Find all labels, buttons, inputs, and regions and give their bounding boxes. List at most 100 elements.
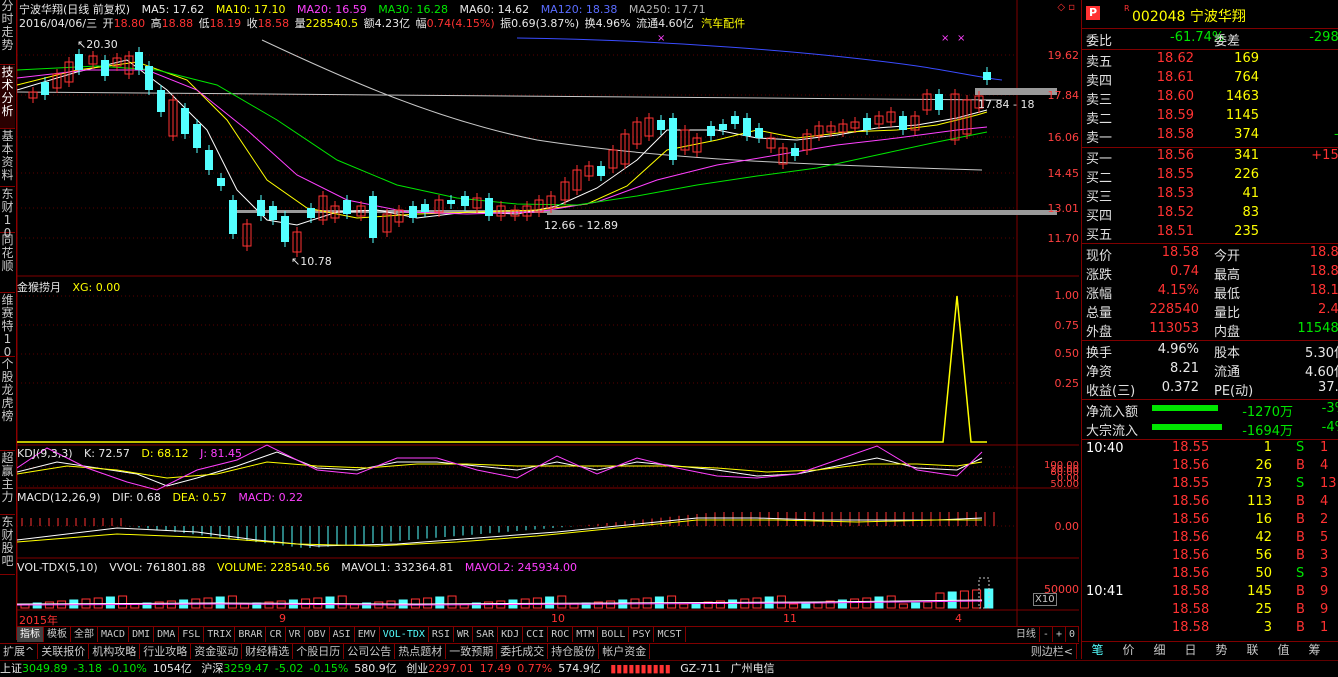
indicator-tab-模板[interactable]: 模板 bbox=[44, 627, 71, 642]
indicator-tab-vol-tdx[interactable]: VOL-TDX bbox=[380, 627, 429, 642]
indicator-tab-mtm[interactable]: MTM bbox=[573, 627, 599, 642]
indicator-tab-kdj[interactable]: KDJ bbox=[498, 627, 524, 642]
function-button-2[interactable]: 关联报价 bbox=[38, 644, 90, 659]
function-button-4[interactable]: 行业攻略 bbox=[140, 644, 192, 659]
asks-price[interactable]: 18.58 bbox=[1157, 127, 1194, 142]
indicator-tab-mcst[interactable]: MCST bbox=[654, 627, 686, 642]
hs-index-label[interactable]: 沪深 bbox=[201, 662, 223, 675]
left-tab-2[interactable]: 技术分析 bbox=[0, 66, 15, 129]
indicator-tab-rsi[interactable]: RSI bbox=[429, 627, 454, 642]
function-button-9[interactable]: 热点题材 bbox=[395, 644, 447, 659]
quote-tab-5[interactable]: 势 bbox=[1206, 642, 1237, 659]
tick-volume: 73 bbox=[1255, 476, 1272, 491]
kdj-j: J: 81.45 bbox=[200, 447, 243, 460]
indicator-tab-dma[interactable]: DMA bbox=[154, 627, 180, 642]
left-tab-1[interactable]: 分时走势 bbox=[0, 0, 15, 65]
sh-index-label[interactable]: 上证 bbox=[0, 662, 22, 675]
quote-tab-2[interactable]: 价 bbox=[1113, 642, 1144, 659]
left-tab-8[interactable]: 超赢主力 bbox=[0, 452, 15, 515]
asks-price[interactable]: 18.62 bbox=[1157, 51, 1194, 66]
quote-tab-8[interactable]: 筹 bbox=[1299, 642, 1330, 659]
indicator-tab-fsl[interactable]: FSL bbox=[179, 627, 205, 642]
candle-body bbox=[863, 118, 871, 130]
vol-name: VOL-TDX(5,10) bbox=[17, 561, 98, 574]
indicator-tab-asi[interactable]: ASI bbox=[330, 627, 355, 642]
vol-mavol1: MAVOL1: 332364.81 bbox=[341, 561, 454, 574]
indicator-tab-roc[interactable]: ROC bbox=[548, 627, 574, 642]
weicha-label: 委差 bbox=[1214, 34, 1241, 49]
indicator-tab-cr[interactable]: CR bbox=[266, 627, 286, 642]
indicator-tab-emv[interactable]: EMV bbox=[355, 627, 380, 642]
left-tab-9[interactable]: 东财股吧 bbox=[0, 516, 15, 575]
quote-tab-3[interactable]: 细 bbox=[1144, 642, 1175, 659]
bids-price[interactable]: 18.52 bbox=[1157, 205, 1194, 220]
divider bbox=[1082, 399, 1338, 400]
zoom-reset-button[interactable]: 0 bbox=[1066, 627, 1079, 642]
asks-price[interactable]: 18.61 bbox=[1157, 70, 1194, 85]
left-tab-5[interactable]: 同花顺 bbox=[0, 234, 15, 293]
indicator-tab-vr[interactable]: VR bbox=[286, 627, 305, 642]
indicator-tab-brar[interactable]: BRAR bbox=[235, 627, 267, 642]
date-label-4: 4 bbox=[955, 612, 962, 625]
indicator-tab-boll[interactable]: BOLL bbox=[598, 627, 630, 642]
vol-volume: VOLUME: 228540.56 bbox=[217, 561, 330, 574]
indicator-tab-sar[interactable]: SAR bbox=[473, 627, 499, 642]
indicator-tabs: 指标 模板 全部 MACD DMI DMA FSL TRIX BRAR CR VR OBV ASI EMV… bbox=[17, 627, 686, 642]
zoom-in-button[interactable]: + bbox=[1053, 627, 1066, 642]
indicator-tab-cci[interactable]: CCI bbox=[523, 627, 549, 642]
chart-area[interactable]: × × × 宁波华翔(日线 前复权) MA5: 17.62 MA10: 17.10 … bbox=[16, 0, 1079, 627]
jinhou-name: 金猴捞月 bbox=[17, 281, 61, 294]
function-button-11[interactable]: 委托成交 bbox=[497, 644, 549, 659]
bids-price[interactable]: 18.55 bbox=[1157, 167, 1194, 182]
function-button-6[interactable]: 财经精选 bbox=[242, 644, 294, 659]
stats-value: 18.88 bbox=[1309, 264, 1338, 279]
indicator-tab-obv[interactable]: OBV bbox=[305, 627, 330, 642]
tick-price: 18.55 bbox=[1172, 476, 1210, 491]
sector-label[interactable]: 汽车配件 bbox=[701, 17, 745, 30]
asks-price[interactable]: 18.59 bbox=[1157, 108, 1194, 123]
indicator-tab-psy[interactable]: PSY bbox=[629, 627, 655, 642]
stats2-label: PE(动) bbox=[1214, 384, 1254, 399]
period-daily-button[interactable]: 日线 bbox=[1013, 627, 1040, 642]
stats-label: 今开 bbox=[1214, 249, 1241, 264]
bids-price[interactable]: 18.56 bbox=[1157, 148, 1194, 163]
function-button-3[interactable]: 机构攻略 bbox=[89, 644, 141, 659]
asks-price[interactable]: 18.60 bbox=[1157, 89, 1194, 104]
left-tab-7[interactable]: 个股龙虎榜 bbox=[0, 358, 15, 451]
function-button-1[interactable]: 扩展^ bbox=[0, 644, 39, 659]
kline-chart-svg[interactable]: × × × bbox=[16, 0, 1079, 626]
left-tab-6[interactable]: 维赛特10 bbox=[0, 294, 15, 359]
tick-volume: 145 bbox=[1247, 584, 1272, 599]
quote-tab-6[interactable]: 联 bbox=[1237, 642, 1268, 659]
function-button-10[interactable]: 一致预期 bbox=[446, 644, 498, 659]
bids-price[interactable]: 18.53 bbox=[1157, 186, 1194, 201]
cy-index-label[interactable]: 创业 bbox=[406, 662, 428, 675]
indicator-tab-dmi[interactable]: DMI bbox=[129, 627, 155, 642]
quote-tab-1[interactable]: 笔 bbox=[1082, 642, 1113, 659]
vol-title: VOL-TDX(5,10) VVOL: 761801.88 VOLUME: 22… bbox=[17, 561, 585, 574]
function-button-7[interactable]: 个股日历 bbox=[293, 644, 345, 659]
fund-flow-pct: -4% bbox=[1321, 420, 1338, 435]
function-button-8[interactable]: 公司公告 bbox=[344, 644, 396, 659]
quote-tab-4[interactable]: 日 bbox=[1175, 642, 1206, 659]
indicator-tab-wr[interactable]: WR bbox=[454, 627, 474, 642]
indicator-tab-指标[interactable]: 指标 bbox=[17, 627, 44, 642]
function-button-13[interactable]: 帐户资金 bbox=[599, 644, 651, 659]
indicator-tab-macd[interactable]: MACD bbox=[98, 627, 130, 642]
asks-row: 卖三 18.60 1463 bbox=[1082, 89, 1338, 108]
function-button-5[interactable]: 资金驱动 bbox=[191, 644, 243, 659]
tick-volume: 16 bbox=[1255, 512, 1272, 527]
tick-row: 18.58 145 B 9 bbox=[1082, 584, 1338, 602]
sidebar-toggle-button[interactable]: 则边栏< bbox=[1028, 644, 1077, 659]
indicator-tab-trix[interactable]: TRIX bbox=[204, 627, 236, 642]
quote-tab-7[interactable]: 值 bbox=[1268, 642, 1299, 659]
left-tab-4[interactable]: 东财10 bbox=[0, 188, 15, 240]
window-control-icons[interactable]: ◇ ▫ bbox=[1057, 2, 1075, 13]
zoom-out-button[interactable]: - bbox=[1040, 627, 1053, 642]
indicator-tab-全部[interactable]: 全部 bbox=[71, 627, 98, 642]
ma5-line bbox=[16, 59, 988, 226]
function-button-12[interactable]: 持仓股份 bbox=[548, 644, 600, 659]
stats-value: 2.49 bbox=[1318, 302, 1338, 317]
bids-price[interactable]: 18.51 bbox=[1157, 224, 1194, 239]
left-tab-3[interactable]: 基本资料 bbox=[0, 130, 15, 187]
